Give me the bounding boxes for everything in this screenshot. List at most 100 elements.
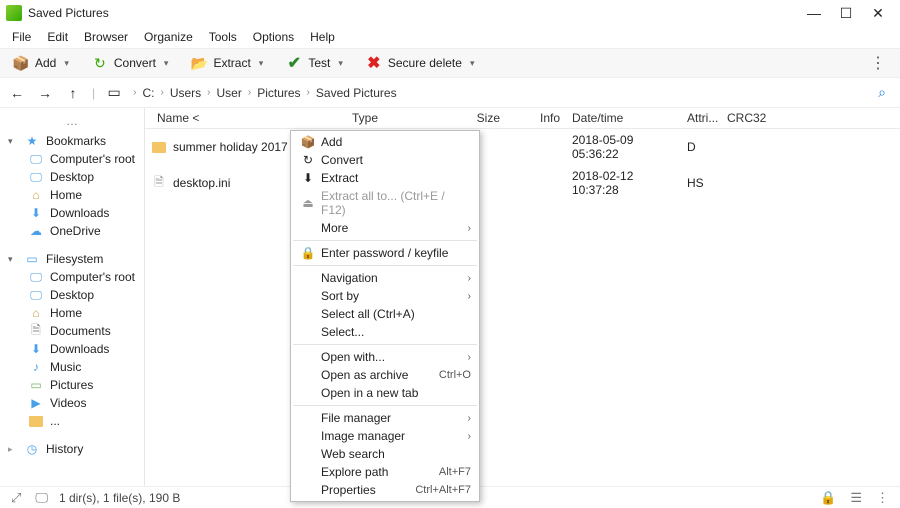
crumb-users[interactable]: Users — [170, 86, 201, 100]
sidebar-item[interactable]: Documents — [0, 322, 144, 340]
col-size[interactable]: Size — [446, 108, 506, 128]
menu-options[interactable]: Options — [245, 28, 302, 46]
monitor-icon — [28, 170, 44, 184]
nav-back[interactable]: ← — [8, 85, 26, 101]
minimize-button[interactable]: — — [798, 1, 830, 25]
context-menu-item[interactable]: Open with...› — [291, 348, 479, 366]
toolbar-test[interactable]: Test▾ — [279, 52, 349, 74]
context-menu-item[interactable]: File manager› — [291, 409, 479, 427]
menu-tools[interactable]: Tools — [201, 28, 245, 46]
toolbar-convert[interactable]: Convert▾ — [85, 52, 175, 74]
sidebar-item[interactable]: OneDrive — [0, 222, 144, 240]
sidebar-item[interactable]: Videos — [0, 394, 144, 412]
crumb-user[interactable]: User — [217, 86, 242, 100]
context-menu-item[interactable]: Web search — [291, 445, 479, 463]
toolbar-extract[interactable]: Extract▾ — [184, 52, 269, 74]
sidebar-item[interactable]: Downloads — [0, 204, 144, 222]
sidebar-item[interactable]: Pictures — [0, 376, 144, 394]
sidebar-item[interactable]: Desktop — [0, 168, 144, 186]
submenu-chevron-icon: › — [464, 291, 471, 302]
cloud-icon — [28, 224, 44, 238]
menu-file[interactable]: File — [4, 28, 39, 46]
sidebar-item[interactable]: Music — [0, 358, 144, 376]
nav-up[interactable]: ↑ — [64, 85, 82, 101]
sidebar-item[interactable]: Home — [0, 304, 144, 322]
sb-list-icon[interactable]: ☰ — [847, 490, 865, 506]
drive-icon[interactable]: ▭ — [105, 84, 123, 101]
sidebar-bookmarks-head[interactable]: ▾Bookmarks — [0, 132, 144, 150]
nav-forward[interactable]: → — [36, 85, 54, 101]
crumb-saved-pictures[interactable]: Saved Pictures — [316, 86, 397, 100]
file-name: summer holiday 2017 — [173, 140, 288, 154]
table-row[interactable]: summer holiday 20172018-05-09 05:36:22D — [145, 129, 900, 165]
col-info[interactable]: Info — [506, 108, 566, 128]
col-datetime[interactable]: Date/time — [566, 108, 681, 128]
toolbar-secure-delete[interactable]: Secure delete▾ — [359, 52, 481, 74]
sb-expand-icon[interactable]: ⤢ — [8, 490, 24, 506]
sidebar-item-label: Home — [50, 306, 82, 320]
context-menu-item[interactable]: ⬇Extract — [291, 169, 479, 187]
context-menu-item[interactable]: Image manager› — [291, 427, 479, 445]
menu-item-shortcut: Ctrl+Alt+F7 — [415, 484, 471, 496]
sidebar-item[interactable]: Downloads — [0, 340, 144, 358]
submenu-chevron-icon: › — [464, 223, 471, 234]
context-menu-item[interactable]: ↻Convert — [291, 151, 479, 169]
context-menu-item[interactable]: Navigation› — [291, 269, 479, 287]
menu-item-shortcut: Ctrl+O — [439, 369, 471, 381]
col-attr[interactable]: Attri... — [681, 108, 721, 128]
home-icon — [28, 188, 44, 202]
sidebar-item-label: Documents — [50, 324, 111, 338]
toolbar: Add▾ Convert▾ Extract▾ Test▾ Secure dele… — [0, 48, 900, 78]
menu-edit[interactable]: Edit — [39, 28, 76, 46]
toolbar-add[interactable]: Add▾ — [6, 52, 75, 74]
sidebar-item[interactable]: Computer's root — [0, 268, 144, 286]
context-menu-item[interactable]: Select... — [291, 323, 479, 341]
col-type[interactable]: Type — [346, 108, 446, 128]
menu-help[interactable]: Help — [302, 28, 343, 46]
cell-attr: D — [681, 137, 721, 157]
sb-monitor-icon[interactable]: 🖵 — [32, 490, 51, 506]
context-menu-item[interactable]: Open as archiveCtrl+O — [291, 366, 479, 384]
home-icon — [28, 306, 44, 320]
context-menu-item[interactable]: More› — [291, 219, 479, 237]
sidebar-item[interactable]: Desktop — [0, 286, 144, 304]
sidebar-item[interactable]: ... — [0, 412, 144, 430]
close-button[interactable]: ✕ — [862, 1, 894, 25]
sb-more-icon[interactable]: ⋮ — [873, 490, 892, 506]
context-menu-item[interactable]: Select all (Ctrl+A) — [291, 305, 479, 323]
menu-item-shortcut: Alt+F7 — [439, 466, 471, 478]
sidebar-filesystem-head[interactable]: ▾Filesystem — [0, 250, 144, 268]
extract-icon — [190, 54, 208, 72]
menu-organize[interactable]: Organize — [136, 28, 201, 46]
table-row[interactable]: desktop.ini2018-02-12 10:37:28HS — [145, 165, 900, 201]
context-menu-item[interactable]: Sort by› — [291, 287, 479, 305]
toolbar-overflow[interactable]: ⋮ — [862, 53, 894, 73]
search-icon[interactable]: ⌕ — [878, 84, 892, 101]
context-menu-item[interactable]: Explore pathAlt+F7 — [291, 463, 479, 481]
dl-icon — [28, 342, 44, 356]
sidebar-history-head[interactable]: ▸History — [0, 440, 144, 458]
sidebar-dots[interactable]: … — [0, 114, 144, 132]
context-menu-item[interactable]: Open in a new tab — [291, 384, 479, 402]
context-menu-item[interactable]: 📦Add — [291, 133, 479, 151]
menu-bar: File Edit Browser Organize Tools Options… — [0, 26, 900, 48]
col-name[interactable]: Name < — [151, 108, 346, 128]
chevron-down-icon: ▾ — [256, 58, 264, 69]
menu-item-icon: ⏏ — [299, 196, 317, 210]
crumb-c[interactable]: C: — [142, 86, 154, 100]
context-menu-item[interactable]: 🔒Enter password / keyfile — [291, 244, 479, 262]
menu-browser[interactable]: Browser — [76, 28, 136, 46]
sidebar-item[interactable]: Home — [0, 186, 144, 204]
sidebar-item-label: Downloads — [50, 206, 109, 220]
cell-attr: HS — [681, 173, 721, 193]
crumb-pictures[interactable]: Pictures — [257, 86, 300, 100]
sb-lock-icon[interactable]: 🔒 — [817, 490, 839, 506]
maximize-button[interactable]: ☐ — [830, 1, 862, 25]
sidebar-item-label: Downloads — [50, 342, 109, 356]
col-crc[interactable]: CRC32 — [721, 108, 781, 128]
menu-item-label: Open in a new tab — [321, 386, 471, 400]
menu-item-label: Navigation — [321, 271, 464, 285]
sidebar-item[interactable]: Computer's root — [0, 150, 144, 168]
menu-item-label: Enter password / keyfile — [321, 246, 471, 260]
context-menu-item[interactable]: PropertiesCtrl+Alt+F7 — [291, 481, 479, 499]
